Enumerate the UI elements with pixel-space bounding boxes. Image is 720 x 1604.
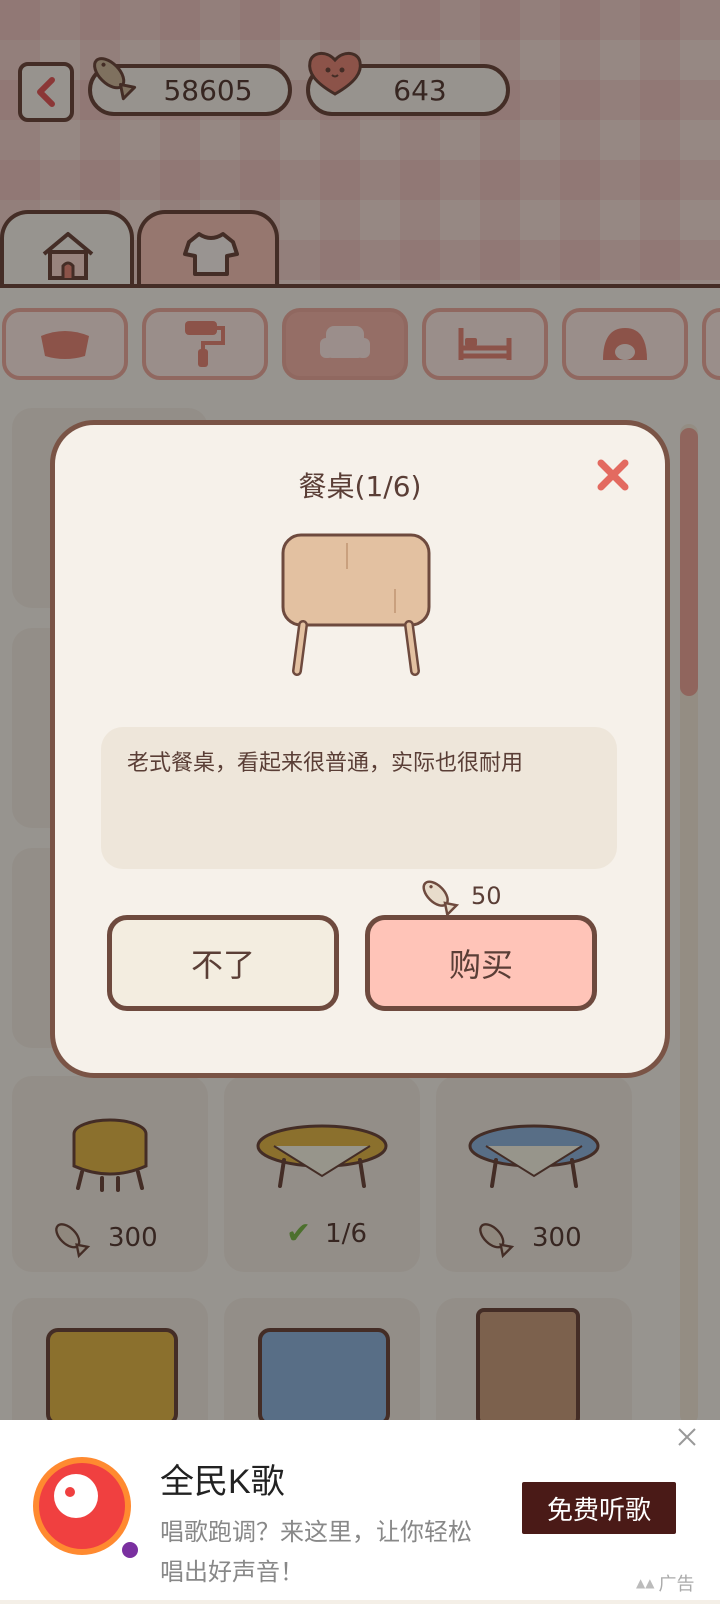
- ad-source-icon: ▲▲: [636, 1576, 655, 1590]
- dialog-title: 餐桌(1/6): [298, 470, 422, 503]
- ksong-app-logo: [33, 1457, 138, 1558]
- cancel-button[interactable]: 不了: [107, 915, 339, 1011]
- close-icon[interactable]: [595, 457, 631, 493]
- ad-title: 全民K歌: [160, 1463, 285, 1501]
- item-description: 老式餐桌，看起来很普通，实际也很耐用: [127, 751, 524, 776]
- ad-close-icon[interactable]: [676, 1426, 698, 1448]
- ad-subtitle: 唱歌跑调？来这里，让你轻松: [160, 1518, 472, 1546]
- buy-button[interactable]: 购买: [365, 915, 597, 1011]
- dining-table-icon: [281, 533, 431, 676]
- dialog-price-value: 50: [471, 882, 502, 910]
- dialog-price: 50: [415, 873, 502, 919]
- ad-cta-button[interactable]: 免费听歌: [522, 1482, 676, 1534]
- description-box: 老式餐桌，看起来很普通，实际也很耐用: [101, 727, 617, 869]
- ad-tag-label: 广告: [658, 1574, 695, 1595]
- ad-tag: ▲▲ 广告: [636, 1570, 694, 1596]
- ad-banner[interactable]: 全民K歌 唱歌跑调？来这里，让你轻松 唱出好声音！ 免费听歌 ▲▲ 广告: [0, 1420, 720, 1600]
- purchase-dialog: 餐桌(1/6) 老式餐桌，看起来很普通，实际也很耐用 50 不了 购买: [50, 420, 670, 1078]
- fish-icon: [422, 880, 460, 918]
- ad-subtitle: 唱出好声音！: [160, 1558, 304, 1586]
